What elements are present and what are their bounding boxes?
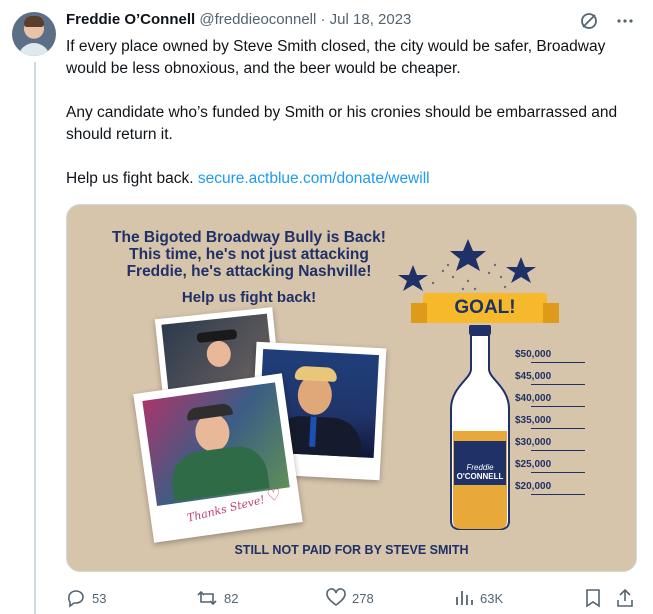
tweet-actions: 53 82 278 63K	[66, 588, 636, 608]
bottle-label: Freddie O'CONNELL	[455, 463, 505, 481]
bottle-brand-2: O'CONNELL	[456, 472, 504, 481]
share-icon	[617, 588, 633, 607]
goal-level: $20,000	[511, 481, 585, 505]
tweet-date[interactable]: Jul 18, 2023	[330, 11, 412, 28]
sparkle-dots	[431, 263, 507, 291]
heart-icon: ♡	[265, 486, 283, 506]
view-count: 63K	[480, 590, 504, 606]
photo-2-hair	[294, 365, 338, 382]
photo-polaroid-3: Thanks Steve! ♡	[133, 373, 303, 543]
author-handle[interactable]: @freddieoconnell	[199, 11, 316, 28]
tweet-text: If every place owned by Steve Smith clos…	[66, 36, 626, 190]
avatar-shirt	[18, 43, 50, 56]
share-button[interactable]	[616, 588, 634, 608]
headline-line-1: The Bigoted Broadway Bully is Back!	[112, 229, 386, 246]
tweet-paragraph-2: Any candidate who’s funded by Smith or h…	[66, 104, 618, 143]
tweet-header: Freddie O’Connell @freddieoconnell · Jul…	[66, 11, 411, 28]
thread-line	[34, 62, 36, 614]
image-headline: The Bigoted Broadway Bully is Back! This…	[89, 229, 409, 280]
more-icon[interactable]	[615, 11, 635, 36]
beer-bottle	[450, 325, 510, 530]
tweet-paragraph-1: If every place owned by Steve Smith clos…	[66, 38, 606, 77]
image-subhead: Help us fight back!	[181, 289, 317, 306]
star-icon	[506, 257, 536, 283]
image-footer: STILL NOT PAID FOR BY STEVE SMITH	[234, 543, 469, 557]
goal-banner: GOAL!	[411, 293, 559, 323]
repost-count: 82	[224, 590, 239, 606]
tweet-cta-line: Help us fight back. secure.actblue.com/d…	[66, 168, 626, 190]
bookmark-icon	[586, 589, 600, 608]
reply-icon	[68, 590, 84, 608]
bookmark-button[interactable]	[584, 588, 602, 608]
views-icon	[456, 591, 473, 605]
headline-line-3: Freddie, he's attacking Nashville!	[126, 263, 372, 280]
separator: ·	[320, 11, 326, 28]
like-count: 278	[352, 590, 374, 606]
star-icon	[398, 265, 428, 291]
grok-icon[interactable]	[579, 11, 599, 36]
goal-levels: $50,000 $45,000 $40,000 $35,000 $30,000 …	[511, 349, 585, 505]
star-icon	[450, 239, 486, 271]
like-button[interactable]: 278	[326, 588, 374, 608]
author-name[interactable]: Freddie O’Connell	[66, 11, 195, 28]
repost-button[interactable]: 82	[196, 588, 238, 608]
heart-icon	[326, 588, 346, 606]
headline-line-2: This time, he's not just attacking	[129, 246, 369, 263]
avatar[interactable]	[12, 12, 56, 56]
views-button[interactable]: 63K	[454, 588, 503, 608]
reply-button[interactable]: 53	[66, 588, 106, 608]
tweet-image[interactable]: The Bigoted Broadway Bully is Back! This…	[66, 204, 637, 572]
repost-icon	[197, 590, 217, 606]
reply-count: 53	[92, 590, 107, 606]
bottle-brand-1: Freddie	[466, 463, 494, 472]
cta-text: Help us fight back.	[66, 170, 194, 187]
avatar-hair	[24, 16, 44, 27]
header-icons	[579, 11, 635, 36]
donate-link[interactable]: secure.actblue.com/donate/wewill	[198, 170, 430, 187]
